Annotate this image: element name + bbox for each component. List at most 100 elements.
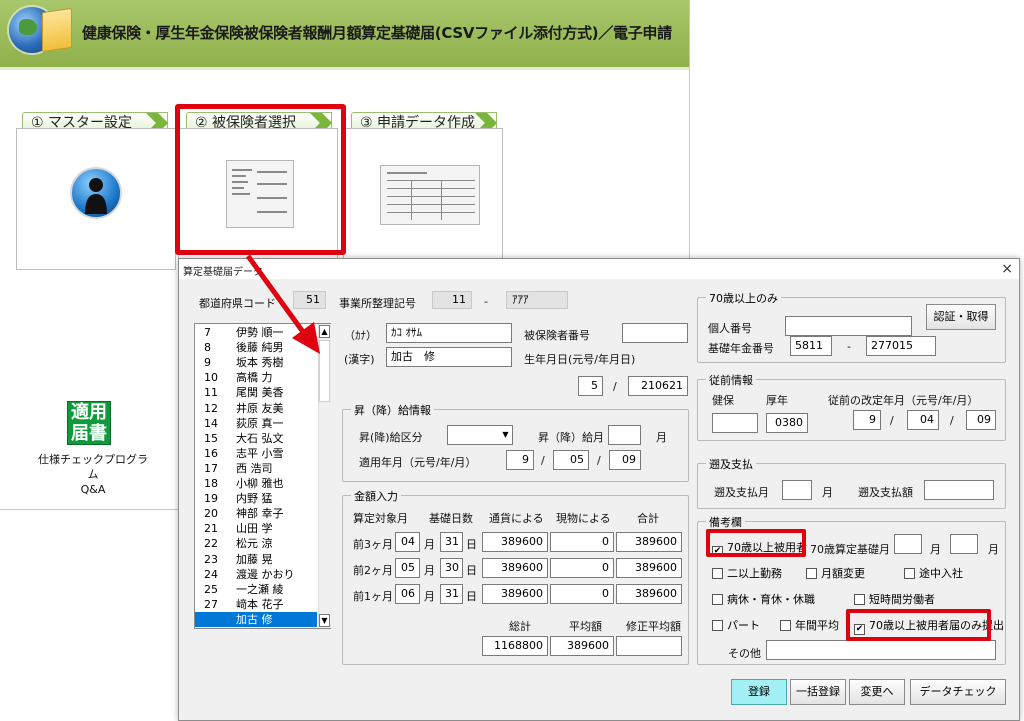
over70-month-input-2[interactable] xyxy=(950,534,978,554)
employee-number: 11 xyxy=(204,386,218,400)
list-item[interactable]: 24 渡邊 かおり xyxy=(195,567,317,582)
checkbox-label: 二以上勤務 xyxy=(727,567,782,580)
avg-field[interactable]: 389600 xyxy=(550,636,614,656)
month-unit: 月 xyxy=(656,431,667,444)
auth-acquire-button[interactable]: 認証・取得 xyxy=(926,304,996,330)
month-input-2[interactable]: 05 xyxy=(395,558,420,578)
bulk-register-button[interactable]: 一括登録 xyxy=(790,679,846,705)
list-item[interactable]: 18 小柳 雅也 xyxy=(195,476,317,491)
tekiyo-todokesho-icon[interactable]: 適用届書 xyxy=(67,401,111,445)
spec-check-label: 仕様チェックプログラム xyxy=(38,453,148,481)
days-input-3[interactable]: 31 xyxy=(440,532,463,552)
day-unit: 日 xyxy=(466,538,477,551)
month-input-3[interactable]: 04 xyxy=(395,532,420,552)
checkbox-label: 途中入社 xyxy=(919,567,963,580)
birth-label: 生年月日(元号/年月日) xyxy=(524,353,636,366)
list-item[interactable]: 14 荻原 真一 xyxy=(195,416,317,431)
employee-number: 21 xyxy=(204,522,218,536)
retro-month-input[interactable] xyxy=(782,480,812,500)
other-label: その他 xyxy=(728,647,761,660)
kind-input-3[interactable]: 0 xyxy=(550,532,614,552)
multi-employment-checkbox[interactable]: 二以上勤務 xyxy=(712,567,782,581)
total-input-2[interactable]: 389600 xyxy=(616,558,682,578)
days-input-2[interactable]: 30 xyxy=(440,558,463,578)
list-item[interactable]: 22 松元 涼 xyxy=(195,536,317,551)
checkbox-label: 病休・育休・休職 xyxy=(727,593,815,606)
cash-input-3[interactable]: 389600 xyxy=(482,532,548,552)
leave-checkbox[interactable]: 病休・育休・休職 xyxy=(712,593,815,607)
list-item[interactable]: 11 尾関 美香 xyxy=(195,385,317,400)
insured-no-label: 被保険者番号 xyxy=(524,329,590,342)
prev-month-input[interactable]: 09 xyxy=(966,410,996,430)
over70-highlight-frame xyxy=(706,529,806,557)
mod-avg-field[interactable] xyxy=(616,636,682,656)
employee-name: 尾関 美香 xyxy=(236,386,284,400)
register-button[interactable]: 登録 xyxy=(731,679,787,705)
data-check-button[interactable]: データチェック xyxy=(910,679,1006,705)
kind-input-1[interactable]: 0 xyxy=(550,584,614,604)
change-button[interactable]: 変更へ xyxy=(849,679,905,705)
list-item[interactable]: 17 西 浩司 xyxy=(195,461,317,476)
kanji-name-input[interactable]: 加古 修 xyxy=(386,347,512,367)
list-item[interactable]: 10 高橋 力 xyxy=(195,370,317,385)
prev-era-input[interactable]: 9 xyxy=(853,410,881,430)
list-item[interactable]: 12 井原 友美 xyxy=(195,401,317,416)
raise-month-input[interactable] xyxy=(608,425,641,445)
birth-era-input[interactable]: 5 xyxy=(578,376,603,396)
apply-year-input[interactable]: 05 xyxy=(553,450,589,470)
kosei-label: 厚年 xyxy=(766,394,788,407)
month-unit: 月 xyxy=(424,538,435,551)
list-item[interactable]: 23 加藤 晃 xyxy=(195,552,317,567)
application-form-thumbnail[interactable] xyxy=(380,165,480,225)
col-base-days: 基礎日数 xyxy=(429,512,473,525)
month-input-1[interactable]: 06 xyxy=(395,584,420,604)
employee-number: 20 xyxy=(204,507,218,521)
list-item[interactable]: 25 一之瀬 綾 xyxy=(195,582,317,597)
part-time-checkbox[interactable]: パート xyxy=(712,619,760,633)
list-item[interactable]: 15 大石 弘文 xyxy=(195,431,317,446)
list-item[interactable]: 加古 修 xyxy=(195,611,317,627)
annual-average-checkbox[interactable]: 年間平均 xyxy=(780,619,839,633)
my-number-input[interactable] xyxy=(785,316,912,336)
prev-sep-2: / xyxy=(950,414,954,427)
list-item[interactable]: 21 山田 学 xyxy=(195,521,317,536)
total-input-1[interactable]: 389600 xyxy=(616,584,682,604)
employee-list[interactable]: 7 伊勢 順一 8 後藤 純男 9 坂本 秀樹 10 高橋 力 11 尾関 美香 12 井原 友美 14… xyxy=(194,323,331,629)
other-input[interactable] xyxy=(766,640,996,660)
chevron-down-icon[interactable]: ▼ xyxy=(499,426,512,444)
prev-kenpo-input[interactable] xyxy=(712,413,758,433)
birth-date-input[interactable]: 210621 xyxy=(628,376,688,396)
spec-check-program-link[interactable]: 仕様チェックプログラム Q&A xyxy=(38,452,148,497)
total-input-3[interactable]: 389600 xyxy=(616,532,682,552)
list-item[interactable]: 27 﨑本 花子 xyxy=(195,597,317,612)
checkbox-icon xyxy=(712,594,723,605)
scroll-down-icon[interactable]: ▼ xyxy=(319,614,330,627)
pension-no-label: 基礎年金番号 xyxy=(708,342,774,355)
col-kind: 現物による xyxy=(556,512,611,525)
cash-input-1[interactable]: 389600 xyxy=(482,584,548,604)
prev-year-input[interactable]: 04 xyxy=(907,410,939,430)
kana-name-input[interactable]: ｶｺ ｵｻﾑ xyxy=(386,323,512,343)
mid-join-checkbox[interactable]: 途中入社 xyxy=(904,567,963,581)
sum-field[interactable]: 1168800 xyxy=(482,636,548,656)
retro-amount-input[interactable] xyxy=(924,480,994,500)
cash-input-2[interactable]: 389600 xyxy=(482,558,548,578)
pension-no-input-2[interactable]: 277015 xyxy=(866,336,936,356)
prev-kosei-input[interactable]: 0380 xyxy=(766,413,808,433)
apply-date-label: 適用年月（元号/年/月） xyxy=(359,456,477,469)
apply-month-input[interactable]: 09 xyxy=(609,450,641,470)
list-item[interactable]: 20 神部 幸子 xyxy=(195,506,317,521)
close-icon[interactable]: × xyxy=(1001,260,1013,278)
kind-input-2[interactable]: 0 xyxy=(550,558,614,578)
employee-name: 渡邊 かおり xyxy=(236,567,295,581)
employee-number: 15 xyxy=(204,431,218,445)
over70-month-input-1[interactable] xyxy=(894,534,922,554)
pension-no-input-1[interactable]: 5811 xyxy=(790,336,832,356)
list-item[interactable]: 19 内野 猛 xyxy=(195,491,317,506)
list-item[interactable]: 16 志平 小雪 xyxy=(195,446,317,461)
apply-era-input[interactable]: 9 xyxy=(506,450,534,470)
days-input-1[interactable]: 31 xyxy=(440,584,463,604)
insured-no-input[interactable] xyxy=(622,323,688,343)
short-time-worker-checkbox[interactable]: 短時間労働者 xyxy=(854,593,935,607)
monthly-change-checkbox[interactable]: 月額変更 xyxy=(806,567,865,581)
